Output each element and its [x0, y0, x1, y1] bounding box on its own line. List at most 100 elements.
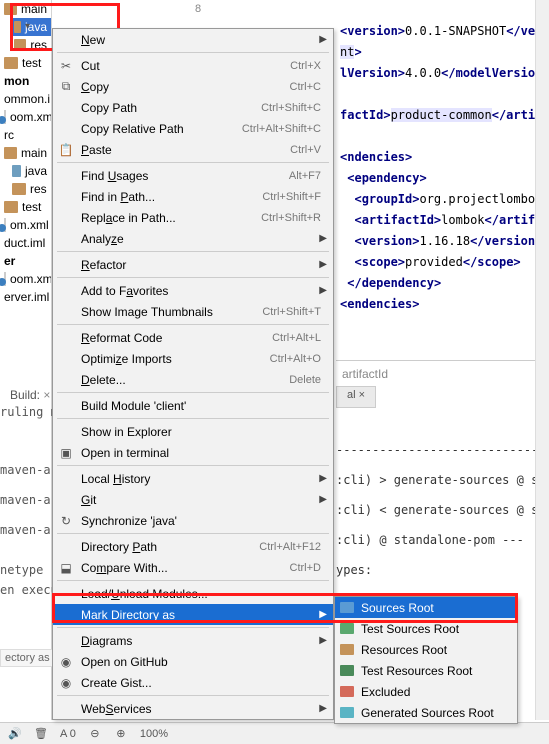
tree-item[interactable]: res — [8, 180, 51, 198]
submenu-arrow-icon: ▶ — [319, 609, 327, 620]
menu-local-history[interactable]: Local History▶ — [53, 468, 333, 489]
tree-item[interactable]: ommon.i — [0, 90, 51, 108]
status-count: A 0 — [60, 728, 76, 740]
menu-copy-relative-path[interactable]: Copy Relative PathCtrl+Alt+Shift+C — [53, 118, 333, 139]
submenu-arrow-icon: ▶ — [319, 259, 327, 270]
xml-file-icon — [4, 218, 6, 232]
breadcrumb-fragment: ectory as — [0, 649, 55, 667]
menu-build-module[interactable]: Build Module 'client' — [53, 395, 333, 416]
menu-delete[interactable]: Delete...Delete — [53, 369, 333, 390]
submenu-arrow-icon: ▶ — [319, 635, 327, 646]
folder-icon — [12, 165, 21, 177]
console-fragment: ruling ma — [0, 405, 52, 419]
submenu-generated-sources-root[interactable]: Generated Sources Root — [335, 702, 517, 723]
menu-show-thumbnails[interactable]: Show Image ThumbnailsCtrl+Shift+T — [53, 301, 333, 322]
menu-analyze[interactable]: Analyze▶ — [53, 228, 333, 249]
code-editor[interactable]: <version>0.0.1-SNAPSHOT</versio nt> lVer… — [336, 0, 549, 360]
folder-icon — [340, 602, 354, 613]
menu-add-favorites[interactable]: Add to Favorites▶ — [53, 280, 333, 301]
console-output: -------------------------------- :cli) >… — [336, 435, 549, 585]
tree-item[interactable]: duct.iml — [0, 234, 51, 252]
copy-icon: ⧉ — [59, 80, 73, 94]
console-fragment: netype r — [0, 563, 52, 577]
xml-file-icon — [4, 110, 6, 124]
folder-icon — [4, 57, 18, 69]
menu-optimize-imports[interactable]: Optimize ImportsCtrl+Alt+O — [53, 348, 333, 369]
menu-compare-with[interactable]: ⬓Compare With...Ctrl+D — [53, 557, 333, 578]
menu-create-gist[interactable]: ◉Create Gist... — [53, 672, 333, 693]
submenu-arrow-icon: ▶ — [319, 233, 327, 244]
tree-item[interactable]: erver.iml — [0, 288, 51, 306]
submenu-sources-root[interactable]: Sources Root — [335, 597, 517, 618]
scissors-icon: ✂ — [59, 59, 73, 73]
folder-icon — [340, 644, 354, 655]
menu-show-in-explorer[interactable]: Show in Explorer — [53, 421, 333, 442]
console-fragment: maven-a — [0, 493, 52, 507]
vertical-scrollbar[interactable] — [535, 0, 549, 720]
submenu-test-sources-root[interactable]: Test Sources Root — [335, 618, 517, 639]
zoom-out-icon[interactable]: ⊖ — [88, 727, 102, 741]
folder-icon — [4, 201, 18, 213]
menu-cut[interactable]: ✂CutCtrl+X — [53, 55, 333, 76]
menu-refactor[interactable]: Refactor▶ — [53, 254, 333, 275]
tree-item[interactable]: er — [0, 252, 51, 270]
console-fragment: maven-a — [0, 523, 52, 537]
menu-new[interactable]: NNewew▶ — [53, 29, 333, 50]
menu-find-in-path[interactable]: Find in Path...Ctrl+Shift+F — [53, 186, 333, 207]
zoom-in-icon[interactable]: ⊕ — [114, 727, 128, 741]
menu-find-usages[interactable]: Find UsagesAlt+F7 — [53, 165, 333, 186]
submenu-arrow-icon: ▶ — [319, 285, 327, 296]
tree-item[interactable]: main — [0, 0, 51, 18]
menu-copy[interactable]: ⧉CopyCtrl+C — [53, 76, 333, 97]
tree-item-pom[interactable]: om.xml — [0, 216, 51, 234]
context-menu: NNewew▶ ✂CutCtrl+X ⧉CopyCtrl+C Copy Path… — [52, 28, 334, 720]
menu-synchronize[interactable]: ↻Synchronize 'java' — [53, 510, 333, 531]
github-icon: ◉ — [59, 676, 73, 690]
tree-item[interactable]: main — [0, 144, 51, 162]
menu-diagrams[interactable]: ޺Diagrams▶ — [53, 630, 333, 651]
folder-icon — [14, 39, 26, 51]
console-fragment: en execu — [0, 583, 52, 597]
project-tree: main ▾ java res test mon ommon.i oom.xml… — [0, 0, 52, 720]
menu-replace-in-path[interactable]: Replace in Path...Ctrl+Shift+R — [53, 207, 333, 228]
clipboard-icon: 📋 — [59, 143, 73, 157]
menu-paste[interactable]: 📋PasteCtrl+V — [53, 139, 333, 160]
submenu-excluded[interactable]: Excluded — [335, 681, 517, 702]
volume-icon[interactable]: 🔊 — [8, 727, 22, 741]
menu-reformat-code[interactable]: Reformat CodeCtrl+Alt+L — [53, 327, 333, 348]
tree-item[interactable]: java — [8, 162, 51, 180]
status-bar: 🔊 🗑 A 0 ⊖ ⊕ 100% — [0, 722, 549, 744]
editor-tabs: al × — [336, 386, 376, 408]
tree-item-java[interactable]: java — [10, 18, 51, 36]
compare-icon: ⬓ — [59, 561, 73, 575]
folder-icon — [14, 21, 21, 33]
menu-webservices[interactable]: WebServices▶ — [53, 698, 333, 719]
submenu-test-resources-root[interactable]: Test Resources Root — [335, 660, 517, 681]
menu-git[interactable]: Git▶ — [53, 489, 333, 510]
tree-item[interactable]: rc — [0, 126, 51, 144]
build-tab[interactable]: Build: — [2, 384, 58, 406]
trash-icon[interactable]: 🗑 — [34, 727, 48, 741]
ruler-mark: 8 — [195, 3, 201, 15]
diagram-icon: ޺ — [59, 634, 73, 648]
tree-item[interactable]: res — [10, 36, 51, 54]
tree-item[interactable]: test — [0, 198, 51, 216]
mark-directory-submenu: Sources Root Test Sources Root Resources… — [334, 596, 518, 724]
menu-load-unload-modules[interactable]: Load/Unload Modules... — [53, 583, 333, 604]
expand-icon[interactable]: ▾ — [25, 21, 30, 32]
tree-item[interactable]: test — [0, 54, 51, 72]
submenu-resources-root[interactable]: Resources Root — [335, 639, 517, 660]
tree-item[interactable]: mon — [0, 72, 51, 90]
sync-icon: ↻ — [59, 514, 73, 528]
menu-mark-directory-as[interactable]: Mark Directory as▶ — [53, 604, 333, 625]
folder-icon — [4, 147, 17, 159]
tree-item-pom[interactable]: oom.xml — [0, 108, 51, 126]
menu-copy-path[interactable]: Copy PathCtrl+Shift+C — [53, 97, 333, 118]
tab[interactable]: al × — [336, 386, 376, 408]
submenu-arrow-icon: ▶ — [319, 703, 327, 714]
menu-open-terminal[interactable]: ▣Open in terminal — [53, 442, 333, 463]
menu-directory-path[interactable]: Directory PathCtrl+Alt+F12 — [53, 536, 333, 557]
tree-item-pom[interactable]: oom.xml — [0, 270, 51, 288]
menu-open-on-github[interactable]: ◉Open on GitHub — [53, 651, 333, 672]
folder-icon — [340, 707, 354, 718]
